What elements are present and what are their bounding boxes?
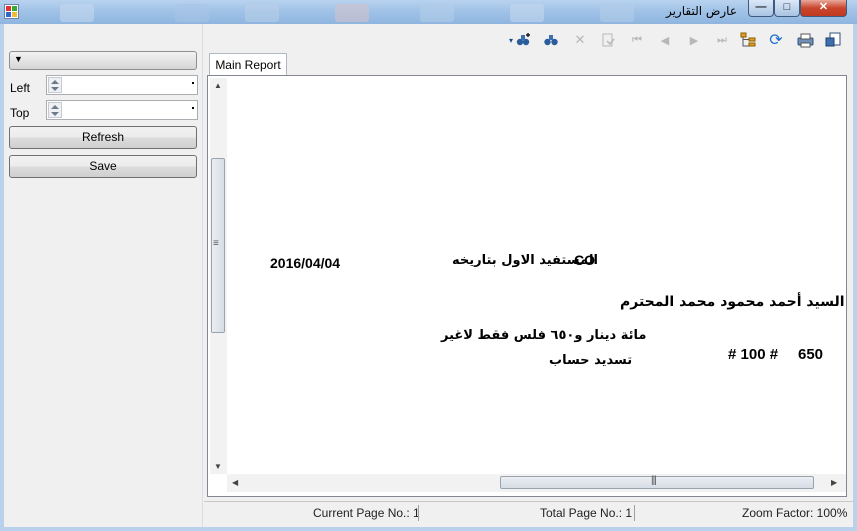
vertical-scrollbar[interactable]: ▲ ≡ ▼ <box>210 78 227 474</box>
export-icon[interactable] <box>599 31 617 49</box>
left-offset-input[interactable] <box>46 75 198 95</box>
horizontal-scroll-thumb[interactable]: ||| <box>500 475 814 489</box>
save-button[interactable]: Save <box>9 155 197 178</box>
find-icon[interactable] <box>542 31 560 49</box>
client-area: ▼ Left Top Refresh Save ▾ ✕ ⏮ ◀ ▶ ⏭ ⟳ Ma… <box>4 24 853 527</box>
first-page-icon[interactable]: ⏮ <box>628 31 646 49</box>
app-icon[interactable] <box>4 4 19 19</box>
previous-page-icon[interactable]: ◀ <box>656 31 674 49</box>
dot-icon <box>192 107 194 109</box>
find-next-icon[interactable] <box>515 31 533 49</box>
top-offset-input[interactable] <box>46 100 198 120</box>
window-title: عارض التقارير <box>665 4 737 18</box>
refresh-icon[interactable]: ⟳ <box>767 31 785 49</box>
status-separator <box>418 505 419 521</box>
page-setup-icon[interactable] <box>824 31 842 49</box>
status-total-pages: Total Page No.: 1 <box>540 506 633 520</box>
status-separator <box>634 505 635 521</box>
dot-icon <box>192 82 194 84</box>
report-amount-words: مائة دينار و٦٥٠ فلس فقط لاغير <box>441 328 647 343</box>
report-purpose: تسديد حساب <box>549 353 633 368</box>
chevron-down-icon: ▼ <box>14 54 23 64</box>
horizontal-scrollbar[interactable]: ◀ ||| ▶ <box>227 474 846 492</box>
report-recipient: السيد أحمد محمود محمد المحترم <box>620 294 845 310</box>
scroll-right-icon[interactable]: ▶ <box>831 478 837 487</box>
document-map-icon[interactable] <box>739 31 757 49</box>
maximize-button[interactable]: □ <box>774 0 800 17</box>
scroll-down-icon[interactable]: ▼ <box>214 462 222 471</box>
spinner-icon[interactable] <box>48 77 62 93</box>
report-amount-number: # 100 # <box>728 346 779 363</box>
left-label: Left <box>10 81 31 95</box>
close-button[interactable]: ✕ <box>800 0 847 17</box>
grip-icon: ≡ <box>213 238 219 249</box>
status-zoom: Zoom Factor: 100% <box>742 506 848 520</box>
settings-panel: ▼ Left Top Refresh Save <box>4 24 203 527</box>
last-page-icon[interactable]: ⏭ <box>713 31 731 49</box>
report-fils: 650 <box>798 346 824 363</box>
report-date: 2016/04/04 <box>270 255 341 271</box>
title-bar[interactable]: عارض التقارير — □ ✕ <box>0 0 857 24</box>
minimize-button[interactable]: — <box>748 0 774 17</box>
status-bar: Current Page No.: 1 Total Page No.: 1 Zo… <box>204 501 853 524</box>
grip-icon: ||| <box>651 475 657 486</box>
report-selector-combo[interactable]: ▼ <box>9 51 197 70</box>
refresh-button[interactable]: Refresh <box>9 126 197 149</box>
report-canvas: ▲ ≡ ▼ 2016/04/04 المستفيد الاول بتاريخه … <box>207 75 847 497</box>
report-viewer: ▾ ✕ ⏮ ◀ ▶ ⏭ ⟳ Main Report ▲ ≡ ▼ 2016/04/… <box>204 24 853 527</box>
top-label: Top <box>10 106 30 120</box>
next-page-icon[interactable]: ▶ <box>685 31 703 49</box>
spinner-icon[interactable] <box>48 102 62 118</box>
tab-main-report[interactable]: Main Report <box>209 53 287 76</box>
report-co: CO <box>574 252 595 268</box>
scroll-left-icon[interactable]: ◀ <box>232 478 238 487</box>
scroll-up-icon[interactable]: ▲ <box>214 81 222 90</box>
stop-icon[interactable]: ✕ <box>571 31 589 49</box>
print-icon[interactable] <box>796 31 814 49</box>
status-current-page: Current Page No.: 1 <box>313 506 420 520</box>
